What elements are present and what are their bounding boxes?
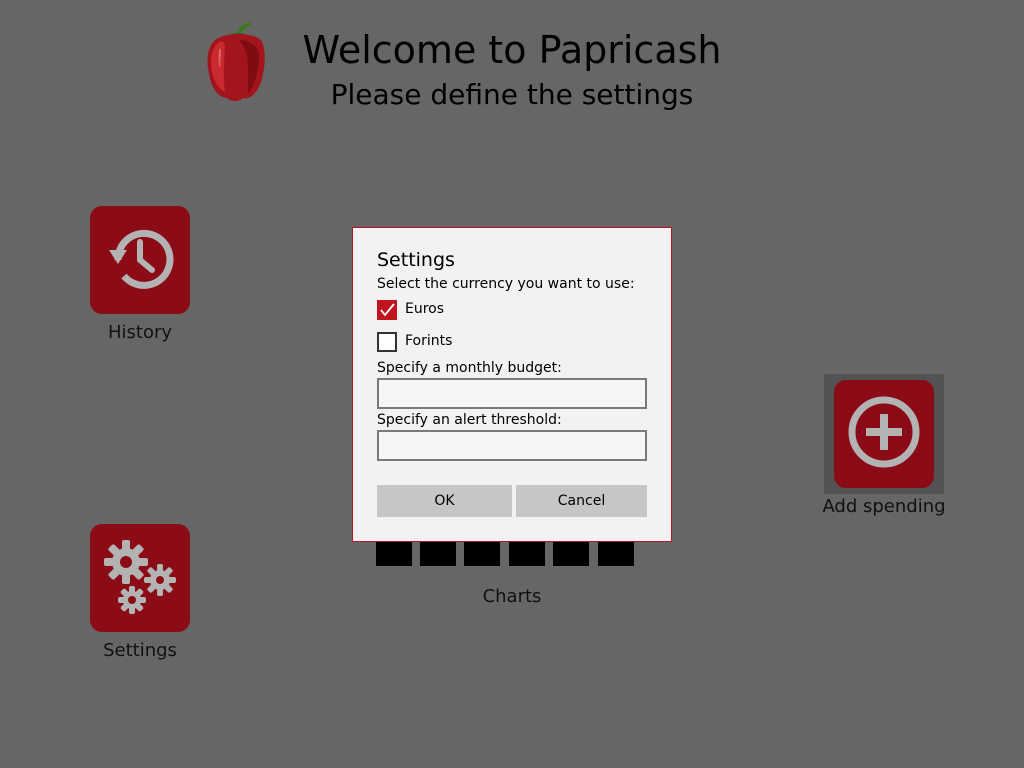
add-spending-tile[interactable]	[834, 380, 934, 488]
add-spending-label: Add spending	[822, 496, 946, 517]
charts-label: Charts	[482, 586, 542, 607]
chart-bar	[509, 542, 545, 566]
history-label: History	[107, 322, 173, 343]
chart-bar	[553, 542, 589, 566]
chart-bar	[376, 542, 412, 566]
threshold-label: Specify an alert threshold:	[377, 412, 562, 428]
dialog-title: Settings	[377, 249, 455, 271]
budget-label: Specify a monthly budget:	[377, 360, 562, 376]
history-icon	[109, 229, 174, 289]
euros-label[interactable]: Euros	[405, 301, 444, 317]
checkmark-icon	[380, 303, 395, 317]
cancel-button[interactable]: Cancel	[516, 485, 647, 517]
add-spending-button[interactable]	[824, 374, 944, 494]
currency-prompt: Select the currency you want to use:	[377, 276, 635, 292]
settings-button[interactable]	[90, 524, 190, 632]
gears-icon	[104, 540, 176, 614]
chart-bar	[464, 542, 500, 566]
ok-button[interactable]: OK	[377, 485, 512, 517]
forints-label[interactable]: Forints	[405, 333, 452, 349]
forints-checkbox[interactable]	[377, 332, 397, 352]
history-button[interactable]	[90, 206, 190, 314]
plus-circle-icon	[848, 396, 920, 468]
settings-label: Settings	[103, 640, 177, 661]
page-title: Welcome to Papricash	[302, 28, 722, 72]
chart-bar	[420, 542, 456, 566]
threshold-input[interactable]	[377, 430, 647, 461]
euros-checkbox[interactable]	[377, 300, 397, 320]
app-window: Welcome to Papricash Please define the s…	[0, 0, 1024, 768]
page-subtitle: Please define the settings	[330, 78, 694, 111]
budget-input[interactable]	[377, 378, 647, 409]
settings-dialog: Settings Select the currency you want to…	[352, 227, 672, 542]
chart-bar	[598, 542, 634, 566]
